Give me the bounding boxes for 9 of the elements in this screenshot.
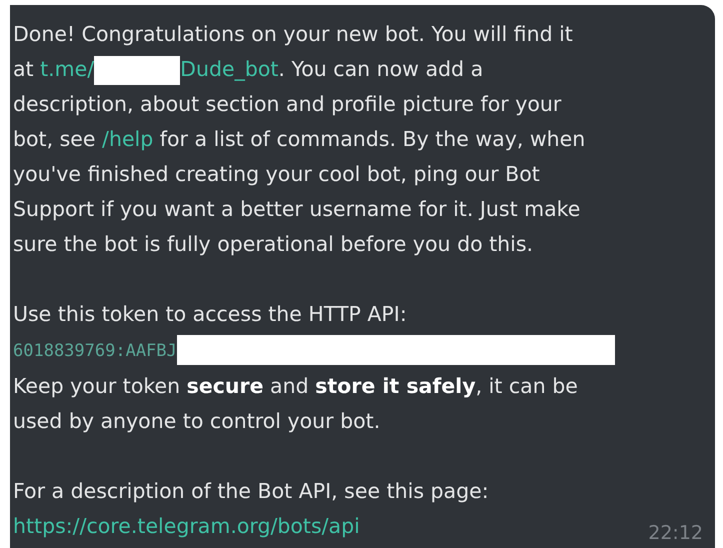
link[interactable]: t.me/ xyxy=(40,57,94,81)
message-time: 22:12 xyxy=(648,521,703,546)
message-text: Use this token to access the HTTP API: 6018839769:AAFBJ Keep your token secure and store it safely, it can be used by anyone to control your bot. xyxy=(13,297,615,439)
message-text: Done! Congratulations on your new bot. You will find it at t.me/ Dude_bot. You can now add a description, about section and profile picture for your bot, see /help for a list of commands. By the way, when you've finished creating your cool bot, ping our Bot Support if you want a better username for it. Just make sure the bot is fully operational before you do this. xyxy=(13,21,586,258)
token-code[interactable]: 6018839769:AAFBJ xyxy=(13,341,177,361)
link[interactable]: Dude_bot xyxy=(180,57,278,81)
message-text: For a description of the Bot API, see this page: https://core.telegram.org/bots/api xyxy=(13,478,489,540)
link[interactable]: /help xyxy=(102,127,154,151)
link[interactable]: https://core.telegram.org/bots/api xyxy=(13,514,360,538)
